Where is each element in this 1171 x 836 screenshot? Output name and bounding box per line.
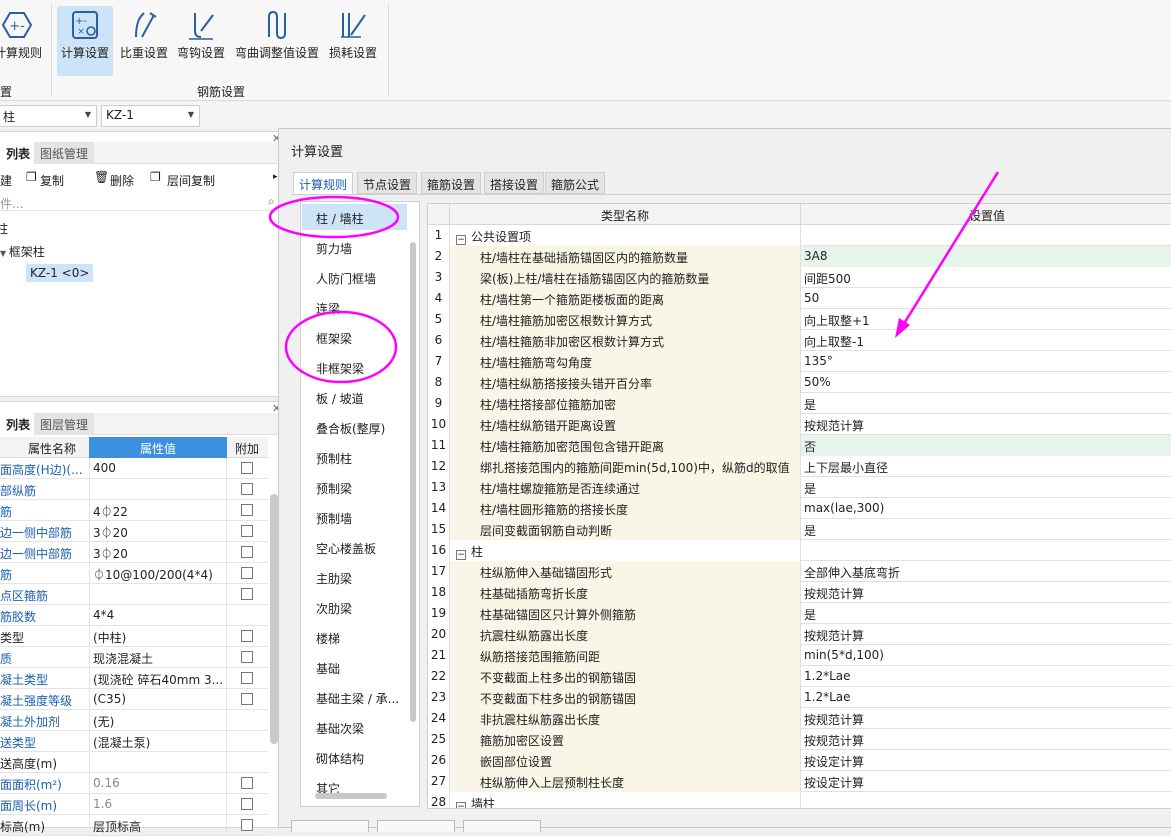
annotation-ellipse-beams: [284, 310, 398, 384]
annotation-arrow-head: [895, 318, 910, 338]
annotation-arrow: [898, 171, 1000, 331]
annotation-layer: [268, 171, 1000, 384]
annotation-ellipse-column: [268, 195, 400, 239]
